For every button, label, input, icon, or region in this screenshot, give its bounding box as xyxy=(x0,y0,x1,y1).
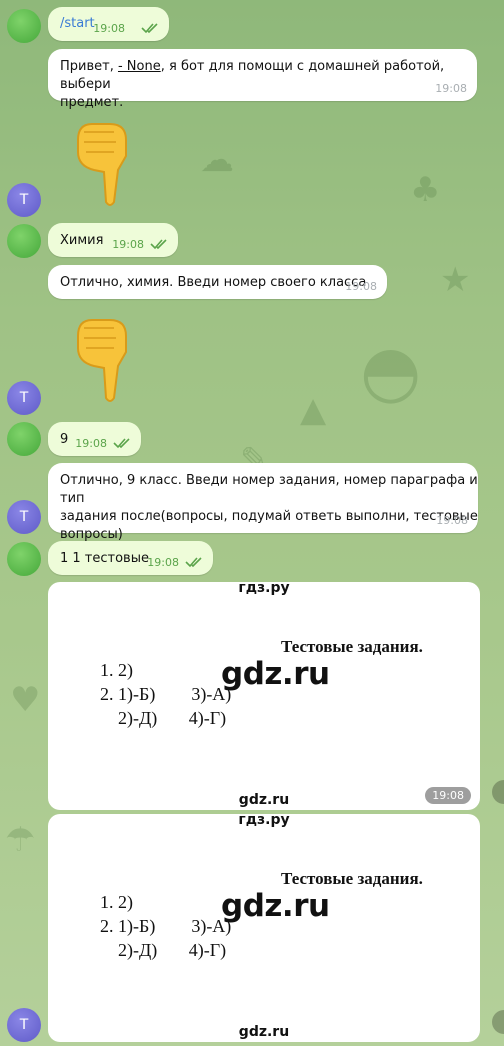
photo-watermark: gdz.ru xyxy=(238,1024,290,1040)
message-text-line: вопросы) xyxy=(60,527,123,542)
message-text-line: Отлично, 9 класс. Введи номер задания, н… xyxy=(60,473,478,506)
pointing-down-hand-icon[interactable] xyxy=(70,306,140,402)
double-check-icon xyxy=(113,438,130,449)
bot-avatar[interactable]: T xyxy=(7,500,41,534)
message-text: 9 xyxy=(60,432,69,447)
message-text: 1 1 тестовые xyxy=(60,551,149,566)
mention-link[interactable]: - None xyxy=(118,59,161,74)
double-check-icon xyxy=(185,557,202,568)
message-text: Химия xyxy=(60,233,104,248)
wallpaper-doodle: ◓ xyxy=(360,330,422,412)
user-avatar[interactable] xyxy=(7,542,41,576)
message-text-line: задания после(вопросы, подумай ответь вы… xyxy=(60,509,478,524)
double-check-icon xyxy=(150,239,167,250)
wallpaper-doodle: ♣ xyxy=(410,170,441,210)
outgoing-message[interactable]: 9 19:08 xyxy=(48,422,141,456)
message-time: 19:08 xyxy=(75,437,107,450)
wallpaper-doodle: ☂ xyxy=(5,820,36,860)
outgoing-message[interactable]: 1 1 тестовые 19:08 xyxy=(48,541,213,575)
photo-text-line: 2)-Д) 4)-Г) xyxy=(118,708,227,728)
photo-title: Тестовые задания. xyxy=(281,869,423,888)
message-time: 19:08 xyxy=(112,238,144,251)
photo-text-line: 2)-Д) 4)-Г) xyxy=(118,940,227,960)
message-time: 19:08 xyxy=(436,514,468,527)
message-time: 19:08 xyxy=(93,22,125,35)
outgoing-message[interactable]: Химия 19:08 xyxy=(48,223,178,257)
message-time: 19:08 xyxy=(147,556,179,569)
wallpaper-doodle: ★ xyxy=(440,260,471,300)
bot-avatar[interactable]: T xyxy=(7,381,41,415)
photo-text-line: 2. 1)-Б) 3)-А) xyxy=(100,916,232,936)
user-avatar[interactable] xyxy=(7,224,41,258)
scroll-down-button[interactable] xyxy=(492,1010,504,1034)
message-text-part: предмет. xyxy=(60,95,124,110)
incoming-message[interactable]: Отлично, химия. Введи номер своего класс… xyxy=(48,265,387,299)
bot-avatar[interactable]: T xyxy=(7,1008,41,1042)
wallpaper-doodle: ♥ xyxy=(10,680,41,720)
incoming-message[interactable]: Отлично, 9 класс. Введи номер задания, н… xyxy=(48,463,478,542)
message-text: Отлично, 9 класс. Введи номер задания, н… xyxy=(60,472,478,544)
user-avatar[interactable] xyxy=(7,422,41,456)
scroll-down-button[interactable] xyxy=(492,780,504,804)
photo-message[interactable]: гдз.ру Тестовые задания. 1. 2) 2. 1)-Б) … xyxy=(48,582,480,810)
photo-text-line: 2. 1)-Б) 3)-А) xyxy=(100,684,232,704)
message-text[interactable]: /start xyxy=(60,15,95,33)
wallpaper-doodle: ☁ xyxy=(200,140,234,180)
photo-title: Тестовые задания. xyxy=(281,637,423,656)
user-avatar[interactable] xyxy=(7,9,41,43)
message-time: 19:08 xyxy=(425,787,471,804)
outgoing-message[interactable]: /start 19:08 xyxy=(48,7,169,41)
photo-watermark: гдз.ру xyxy=(238,814,290,828)
incoming-message[interactable]: Привет, - None, я бот для помощи с домаш… xyxy=(48,49,477,110)
message-text: Привет, - None, я бот для помощи с домаш… xyxy=(60,58,477,112)
photo-watermark: gdz.ru xyxy=(221,656,330,692)
double-check-icon xyxy=(141,23,158,34)
photo-watermark: gdz.ru xyxy=(238,792,290,808)
message-text: Отлично, химия. Введи номер своего класс… xyxy=(60,275,367,290)
photo-text-line: 1. 2) xyxy=(100,660,133,680)
wallpaper-doodle: ▲ xyxy=(300,390,327,430)
bot-avatar[interactable]: T xyxy=(7,183,41,217)
photo-message[interactable]: гдз.ру Тестовые задания. 1. 2) 2. 1)-Б) … xyxy=(48,814,480,1042)
pointing-down-hand-icon[interactable] xyxy=(70,110,140,206)
photo-watermark: gdz.ru xyxy=(221,888,330,924)
message-time: 19:08 xyxy=(345,280,377,293)
photo-watermark: гдз.ру xyxy=(238,582,290,596)
message-time: 19:08 xyxy=(435,82,467,95)
photo-text-line: 1. 2) xyxy=(100,892,133,912)
message-text-part: Привет, xyxy=(60,59,118,74)
